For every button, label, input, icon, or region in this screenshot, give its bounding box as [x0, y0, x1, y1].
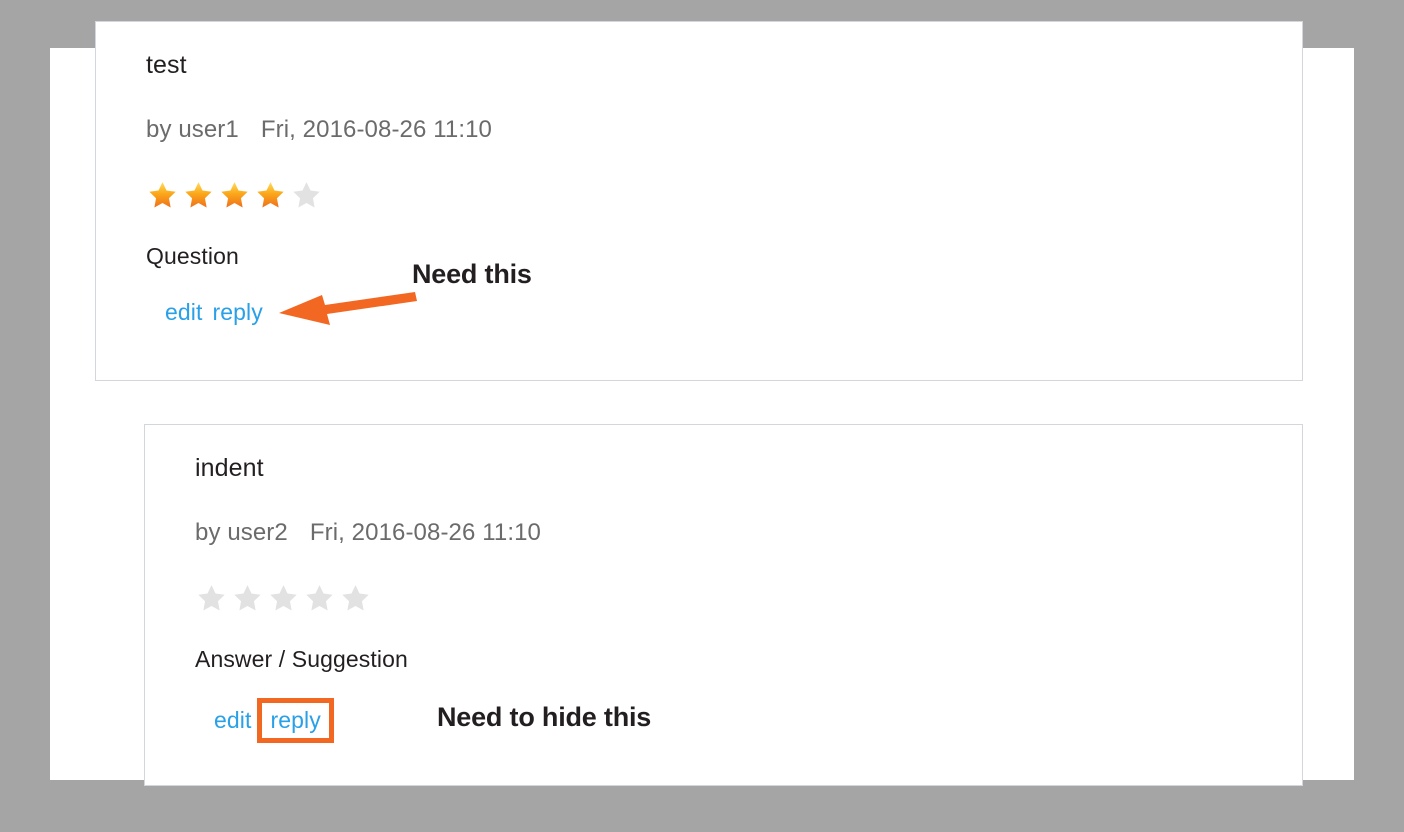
reply-highlight-box: reply — [257, 698, 334, 743]
star-icon-empty[interactable] — [290, 180, 323, 211]
comment-content-2: indent by user2 Fri, 2016-08-26 11:10 Ans… — [195, 454, 541, 743]
rating-stars-2[interactable] — [195, 581, 541, 615]
star-icon-filled[interactable] — [182, 180, 215, 211]
comment-date: Fri, 2016-08-26 11:10 — [260, 116, 492, 143]
rating-stars-1[interactable] — [146, 178, 492, 212]
star-icon-empty[interactable] — [303, 583, 336, 614]
star-icon-filled[interactable] — [218, 180, 251, 211]
star-icon-filled[interactable] — [254, 180, 287, 211]
star-icon-filled[interactable] — [146, 180, 179, 211]
comment-actions-1: edit reply — [165, 299, 492, 326]
star-icon-empty[interactable] — [267, 583, 300, 614]
annotation-need-to-hide: Need to hide this — [437, 702, 652, 732]
annotation-need-this: Need this — [412, 259, 532, 289]
comment-date: Fri, 2016-08-26 11:10 — [309, 519, 541, 546]
comment-title: test — [146, 51, 187, 79]
star-icon-empty[interactable] — [231, 583, 264, 614]
comment-title: indent — [195, 454, 264, 482]
star-icon-empty[interactable] — [195, 583, 228, 614]
reply-link[interactable]: reply — [212, 299, 262, 326]
reply-link[interactable]: reply — [270, 707, 320, 733]
comment-author: by user1 — [146, 116, 239, 143]
comment-card-2: indent by user2 Fri, 2016-08-26 11:10 Ans… — [144, 424, 1303, 786]
comment-meta: by user2 Fri, 2016-08-26 11:10 — [195, 519, 541, 547]
edit-link[interactable]: edit — [165, 299, 202, 326]
comment-card-1: test by user1 Fri, 2016-08-26 11:10 Ques… — [95, 21, 1303, 381]
star-icon-empty[interactable] — [339, 583, 372, 614]
comment-body: Answer / Suggestion — [195, 646, 408, 672]
comment-author: by user2 — [195, 519, 288, 546]
edit-link[interactable]: edit — [214, 707, 251, 734]
comment-meta: by user1 Fri, 2016-08-26 11:10 — [146, 116, 492, 144]
